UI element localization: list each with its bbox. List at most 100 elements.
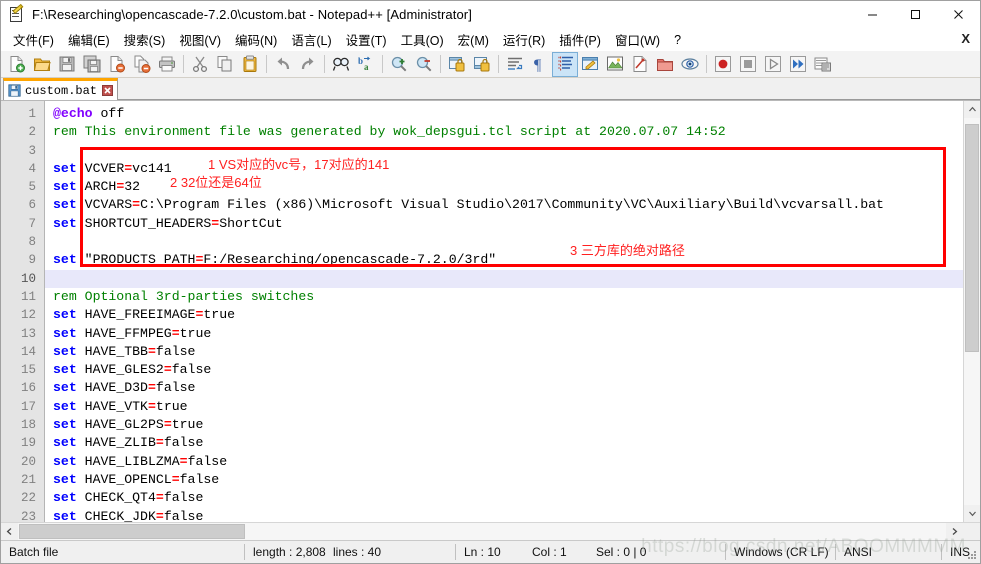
code-line[interactable]: rem This environment file was generated … — [53, 123, 963, 141]
menu-window[interactable]: 窗口(W) — [608, 28, 667, 51]
vertical-scroll-track[interactable] — [964, 118, 980, 505]
code-token: set — [53, 417, 77, 433]
code-line[interactable]: set ARCH=32 — [53, 178, 963, 196]
print-icon[interactable] — [155, 53, 179, 76]
code-line[interactable]: @echo off — [53, 105, 963, 123]
paste-icon[interactable] — [238, 53, 262, 76]
scroll-up-icon[interactable] — [964, 101, 980, 118]
line-number: 21 — [20, 472, 36, 487]
menu-file[interactable]: 文件(F) — [6, 28, 61, 51]
folder-as-workspace-icon[interactable] — [653, 53, 677, 76]
code-token: set — [53, 160, 77, 176]
code-line[interactable]: set VCVER=vc141 — [53, 160, 963, 178]
code-line[interactable]: set HAVE_OPENCL=false — [53, 471, 963, 489]
open-file-icon[interactable] — [30, 53, 54, 76]
show-all-chars-icon[interactable]: ¶ — [528, 53, 552, 76]
editor-area: 1 2 3 4 5 6 7 8 9 10 11 12 13 14 15 16 17 18 19 20 21 22 23 @e… — [1, 101, 980, 522]
menu-run[interactable]: 运行(R) — [496, 28, 552, 51]
horizontal-scroll-track[interactable] — [18, 523, 946, 540]
scroll-left-icon[interactable] — [1, 523, 18, 540]
save-blue-icon — [8, 84, 21, 97]
code-line[interactable]: set CHECK_JDK=false — [53, 508, 963, 522]
code-token: false — [163, 490, 204, 506]
menu-view[interactable]: 视图(V) — [172, 28, 228, 51]
code-line[interactable]: set HAVE_TBB=false — [53, 343, 963, 361]
minimize-button[interactable] — [851, 1, 894, 28]
stop-recording-icon[interactable] — [736, 53, 760, 76]
vertical-scroll-thumb[interactable] — [965, 124, 979, 352]
save-all-icon[interactable] — [80, 53, 104, 76]
code-line[interactable] — [53, 142, 963, 160]
indent-guide-icon[interactable] — [552, 51, 578, 77]
toolbar-separator — [183, 55, 184, 73]
menu-language[interactable]: 语言(L) — [284, 28, 338, 51]
find-icon[interactable] — [329, 53, 353, 76]
line-number: 10 — [20, 271, 36, 286]
new-file-icon[interactable] — [5, 53, 29, 76]
run-macro-multiple-icon[interactable] — [786, 53, 810, 76]
close-document-icon[interactable]: X — [961, 31, 970, 46]
menu-help[interactable]: ? — [667, 31, 688, 49]
code-line[interactable]: set HAVE_VTK=true — [53, 398, 963, 416]
sync-vertical-scroll-icon[interactable] — [445, 53, 469, 76]
menu-edit[interactable]: 编辑(E) — [61, 28, 117, 51]
code-line[interactable]: set HAVE_GLES2=false — [53, 361, 963, 379]
menu-search[interactable]: 搜索(S) — [117, 28, 173, 51]
code-line[interactable]: rem Optional 3rd-parties switches — [53, 288, 963, 306]
zoom-in-icon[interactable] — [387, 53, 411, 76]
close-all-icon[interactable] — [130, 53, 154, 76]
code-token: SHORTCUT_HEADERS — [76, 215, 212, 231]
status-document-type: Batch file — [9, 545, 59, 559]
zoom-out-icon[interactable] — [412, 53, 436, 76]
resize-grip-icon[interactable] — [966, 549, 978, 561]
redo-icon[interactable] — [296, 53, 320, 76]
code-line[interactable] — [53, 233, 963, 251]
code-text-area[interactable]: @echo off rem This environment file was g… — [45, 101, 963, 522]
code-token: 32 — [124, 179, 141, 195]
close-file-icon[interactable] — [105, 53, 129, 76]
monitor-icon[interactable] — [678, 53, 702, 76]
close-button[interactable] — [937, 1, 980, 28]
code-line[interactable] — [53, 269, 963, 288]
menu-tools[interactable]: 工具(O) — [394, 28, 451, 51]
sync-horizontal-scroll-icon[interactable] — [470, 53, 494, 76]
horizontal-scrollbar[interactable] — [1, 522, 980, 540]
menu-macro[interactable]: 宏(M) — [451, 28, 496, 51]
save-macro-icon[interactable] — [811, 53, 835, 76]
menu-settings[interactable]: 设置(T) — [339, 28, 394, 51]
record-macro-icon[interactable] — [711, 53, 735, 76]
play-macro-icon[interactable] — [761, 53, 785, 76]
scroll-down-icon[interactable] — [964, 505, 980, 522]
line-number: 23 — [20, 509, 36, 522]
code-token: HAVE_LIBLZMA — [76, 453, 180, 469]
code-line[interactable]: set HAVE_FREEIMAGE=true — [53, 306, 963, 324]
code-line[interactable]: set VCVARS=C:\Program Files (x86)\Micros… — [53, 196, 963, 214]
tab-custom-bat[interactable]: custom.bat — [3, 78, 119, 100]
replace-icon[interactable]: ba — [354, 53, 378, 76]
menu-plugins[interactable]: 插件(P) — [552, 28, 608, 51]
document-map-icon[interactable] — [603, 53, 627, 76]
copy-icon[interactable] — [213, 53, 237, 76]
cut-icon[interactable] — [188, 53, 212, 76]
code-line[interactable]: set HAVE_LIBLZMA=false — [53, 453, 963, 471]
word-wrap-icon[interactable] — [503, 53, 527, 76]
code-line[interactable]: set HAVE_GL2PS=true — [53, 416, 963, 434]
function-list-icon[interactable] — [628, 53, 652, 76]
code-line[interactable]: set HAVE_D3D=false — [53, 379, 963, 397]
undo-icon[interactable] — [271, 53, 295, 76]
code-line[interactable]: set "PRODUCTS_PATH=F:/Researching/openca… — [53, 251, 963, 269]
code-token: set — [53, 398, 77, 414]
code-token: set — [53, 362, 77, 378]
tab-close-icon[interactable] — [101, 85, 113, 97]
menu-encoding[interactable]: 编码(N) — [228, 28, 284, 51]
save-icon[interactable] — [55, 53, 79, 76]
code-line[interactable]: set CHECK_QT4=false — [53, 489, 963, 507]
horizontal-scroll-thumb[interactable] — [19, 524, 245, 539]
code-line[interactable]: set HAVE_FFMPEG=true — [53, 325, 963, 343]
vertical-scrollbar[interactable] — [963, 101, 980, 522]
scroll-right-icon[interactable] — [946, 523, 963, 540]
maximize-button[interactable] — [894, 1, 937, 28]
user-defined-dialog-icon[interactable] — [578, 53, 602, 76]
code-line[interactable]: set SHORTCUT_HEADERS=ShortCut — [53, 215, 963, 233]
code-line[interactable]: set HAVE_ZLIB=false — [53, 434, 963, 452]
